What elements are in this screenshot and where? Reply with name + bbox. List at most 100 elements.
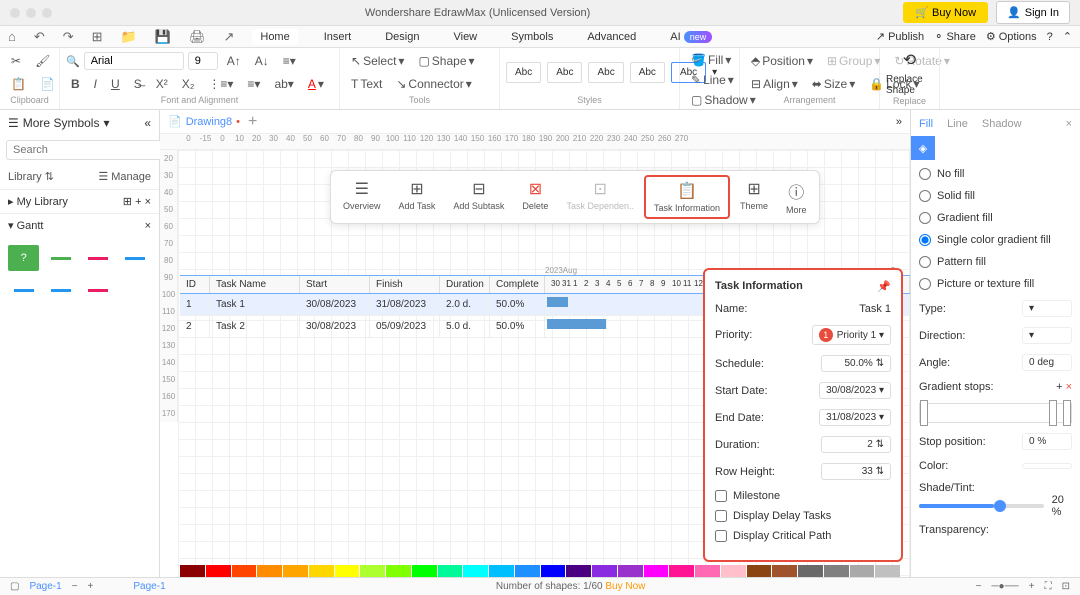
close-gantt-icon[interactable]: ×	[145, 220, 151, 232]
size-select[interactable]	[188, 52, 218, 70]
add-lib2-icon[interactable]: +	[135, 196, 141, 208]
zoom-in-icon[interactable]: +	[1029, 581, 1035, 592]
direction-select[interactable]: ▾	[1022, 327, 1072, 344]
publish-link[interactable]: ↗ Publish	[876, 30, 924, 43]
replace-shape-icon[interactable]: ⟲	[903, 50, 916, 70]
delay-tasks-checkbox[interactable]	[715, 510, 727, 522]
shade-value[interactable]: 20 %	[1052, 494, 1072, 518]
shape-thumb[interactable]	[45, 277, 76, 303]
text-tool[interactable]: T Text	[346, 74, 387, 94]
tab-ai[interactable]: AI new	[662, 29, 720, 45]
pattern-fill-radio[interactable]	[919, 256, 931, 268]
close-panel-icon[interactable]: ×	[1066, 118, 1072, 130]
shape-thumb[interactable]: ?	[8, 245, 39, 271]
shape-thumb[interactable]	[8, 277, 39, 303]
fill-icon[interactable]: ◈	[911, 136, 935, 160]
cut-icon[interactable]: ✂	[6, 51, 26, 71]
picture-fill-radio[interactable]	[919, 278, 931, 290]
type-select[interactable]: ▾	[1022, 300, 1072, 317]
save-icon[interactable]: 💾	[155, 29, 171, 45]
document-tab[interactable]: 📄 Drawing8 •	[168, 115, 240, 128]
line-spacing-icon[interactable]: ≡▾	[278, 51, 301, 71]
add-task-btn[interactable]: ⊞Add Task	[391, 175, 444, 219]
bold-icon[interactable]: B	[66, 74, 85, 94]
theme-btn[interactable]: ⊞Theme	[732, 175, 776, 219]
task-info-btn[interactable]: 📋Task Information	[644, 175, 730, 219]
align-icon[interactable]: ≡▾	[242, 74, 265, 94]
collapse-ribbon-icon[interactable]: ⌃	[1063, 30, 1072, 43]
delete-btn[interactable]: ⊠Delete	[514, 175, 556, 219]
gantt-item[interactable]: ▾ Gantt	[8, 219, 43, 232]
shade-slider[interactable]	[919, 504, 1044, 508]
window-controls[interactable]	[10, 8, 52, 18]
my-library-item[interactable]: ▸ My Library	[8, 195, 68, 208]
more-btn[interactable]: ⓘMore	[778, 175, 815, 219]
copy-icon[interactable]: 📋	[6, 74, 31, 94]
shape-thumb[interactable]	[45, 245, 76, 271]
fill-btn[interactable]: 🪣 Fill▾	[686, 50, 736, 70]
task-dep-btn[interactable]: ⊡Task Dependen..	[558, 175, 642, 219]
overview-btn[interactable]: ☰Overview	[335, 175, 389, 219]
open-icon[interactable]: 📁	[121, 29, 137, 45]
search-input[interactable]	[6, 140, 162, 160]
row-height-input[interactable]: 33 ⇅	[821, 463, 891, 480]
add-stop-icon[interactable]: +	[1056, 381, 1062, 393]
expand-right-panel-icon[interactable]: »	[896, 116, 902, 128]
schedule-input[interactable]: 50.0% ⇅	[821, 355, 891, 372]
critical-path-checkbox[interactable]	[715, 530, 727, 542]
page-tab[interactable]: Page-1	[29, 581, 61, 592]
duration-input[interactable]: 2 ⇅	[821, 436, 891, 453]
angle-input[interactable]: 0 deg	[1022, 354, 1072, 371]
manage-link[interactable]: ☰ Manage	[98, 170, 151, 183]
color-palette[interactable]	[180, 565, 900, 577]
tab-symbols[interactable]: Symbols	[503, 29, 561, 45]
strike-icon[interactable]: S̶	[129, 74, 147, 94]
single-gradient-radio[interactable]	[919, 234, 931, 246]
style-3[interactable]: Abc	[588, 62, 623, 83]
help-icon[interactable]: ?	[1047, 31, 1053, 43]
paste-icon[interactable]: 📄	[35, 74, 60, 94]
increase-font-icon[interactable]: A↑	[222, 51, 246, 71]
stop-pos-input[interactable]: 0 %	[1022, 433, 1072, 450]
gradient-fill-radio[interactable]	[919, 212, 931, 224]
milestone-checkbox[interactable]	[715, 490, 727, 502]
new-icon[interactable]: ⊞	[92, 29, 103, 45]
buy-now-status[interactable]: Buy Now	[605, 581, 645, 592]
sign-in-button[interactable]: 👤 Sign In	[996, 1, 1070, 24]
redo-icon[interactable]: ↷	[63, 29, 74, 45]
shape-thumb[interactable]	[120, 245, 151, 271]
export-icon[interactable]: ↗	[223, 29, 234, 45]
position-btn[interactable]: ⬘ Position▾	[746, 51, 818, 71]
line-tab[interactable]: Line	[947, 118, 968, 130]
zoom-slider[interactable]: ─●──	[991, 581, 1018, 592]
shape-thumb[interactable]	[83, 245, 114, 271]
font-color-icon[interactable]: A▾	[303, 74, 329, 94]
fit-icon[interactable]: ⛶	[1045, 581, 1052, 592]
close-lib-icon[interactable]: ×	[145, 196, 151, 208]
zoom-out-icon[interactable]: −	[976, 581, 982, 592]
pages-icon[interactable]: ▢	[10, 581, 19, 592]
fullscreen-icon[interactable]: ⊡	[1062, 581, 1070, 592]
format-painter-icon[interactable]: 🖌	[30, 51, 55, 71]
decrease-font-icon[interactable]: A↓	[250, 51, 274, 71]
search-font-icon[interactable]: 🔍	[66, 55, 80, 68]
tab-design[interactable]: Design	[377, 29, 427, 45]
align-btn[interactable]: ⊟ Align▾	[746, 74, 803, 94]
style-4[interactable]: Abc	[630, 62, 665, 83]
more-symbols-header[interactable]: ☰ More Symbols ▾ «	[0, 110, 159, 136]
select-tool[interactable]: ↖ Select▾	[346, 51, 409, 71]
fill-tab[interactable]: Fill	[919, 118, 933, 130]
options-link[interactable]: ⚙ Options	[986, 30, 1037, 43]
shadow-tab[interactable]: Shadow	[982, 118, 1022, 130]
highlight-icon[interactable]: ab▾	[269, 74, 298, 94]
connector-tool[interactable]: ↘ Connector▾	[391, 74, 476, 94]
line-btn[interactable]: ✎ Line▾	[686, 70, 739, 90]
underline-icon[interactable]: U	[106, 74, 125, 94]
size-btn[interactable]: ⬌ Size▾	[807, 74, 860, 94]
print-icon[interactable]: 🖨	[189, 29, 206, 45]
end-date-input[interactable]: 31/08/2023 ▾	[819, 409, 891, 426]
no-fill-radio[interactable]	[919, 168, 931, 180]
shape-thumb[interactable]	[83, 277, 114, 303]
font-select[interactable]	[84, 52, 184, 70]
undo-icon[interactable]: ↶	[34, 29, 45, 45]
